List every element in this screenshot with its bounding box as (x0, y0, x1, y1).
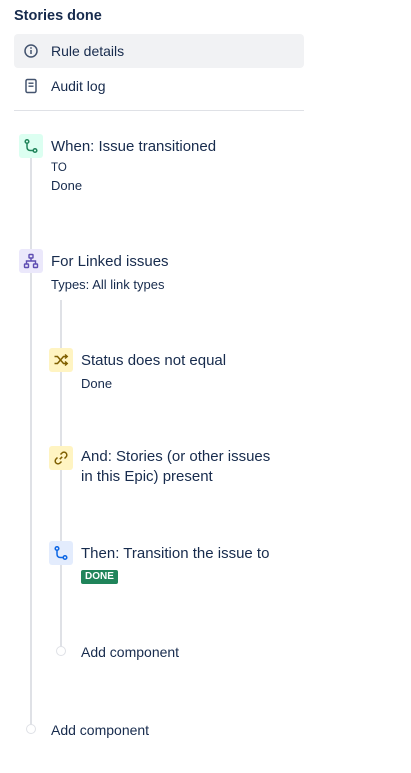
main-flow-connector (30, 158, 32, 725)
info-icon (24, 44, 38, 58)
branch-title[interactable]: For Linked issues (51, 252, 169, 272)
trigger-icon-badge (19, 134, 43, 158)
transition-icon (54, 545, 68, 561)
hierarchy-icon (23, 253, 39, 269)
condition-present-title-line-2[interactable]: in this Epic) present (81, 467, 213, 487)
trigger-to-value: Done (51, 178, 83, 193)
condition-status-subtitle: Done (81, 376, 113, 391)
branch-trigger-icon (24, 138, 38, 154)
branch-subtitle: Types: All link types (51, 277, 165, 292)
action-icon-badge (49, 541, 73, 565)
add-component-dot (56, 646, 66, 656)
nav-item-label: Audit log (51, 78, 106, 94)
status-lozenge-done: DONE (81, 570, 118, 584)
audit-log-icon (25, 78, 37, 94)
condition-status-title[interactable]: Status does not equal (81, 351, 226, 371)
add-component-inner-button[interactable]: Add component (81, 644, 179, 660)
divider (14, 110, 304, 111)
action-title[interactable]: Then: Transition the issue to (81, 544, 269, 564)
condition-present-title-line-1[interactable]: And: Stories (or other issues (81, 447, 270, 467)
condition-status-icon-badge (49, 348, 73, 372)
add-component-dot (26, 724, 36, 734)
trigger-to-label: TO (51, 162, 67, 174)
branch-icon-badge (19, 249, 43, 273)
nav-item-rule-details[interactable]: Rule details (14, 34, 304, 68)
trigger-title[interactable]: When: Issue transitioned (51, 137, 216, 157)
link-icon (54, 451, 68, 465)
add-component-outer-button[interactable]: Add component (51, 722, 149, 738)
rule-title: Stories done (14, 8, 102, 24)
nav-item-label: Rule details (51, 43, 125, 59)
shuffle-icon (54, 353, 69, 367)
condition-present-icon-badge (49, 446, 73, 470)
nav-item-audit-log[interactable]: Audit log (14, 69, 304, 103)
